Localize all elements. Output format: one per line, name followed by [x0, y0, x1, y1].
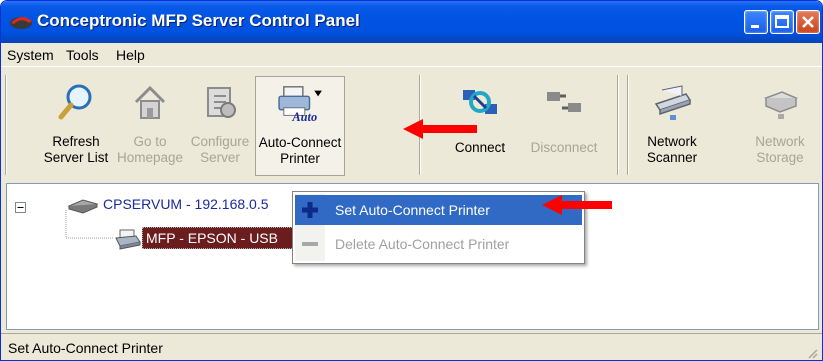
- auto-printer-icon: Auto: [278, 86, 322, 123]
- plus-icon: [302, 202, 318, 218]
- annotation-arrow-icon: [403, 119, 477, 139]
- menu-system[interactable]: System: [7, 47, 54, 63]
- server-node-label[interactable]: CPSERVUM - 192.168.0.5: [103, 196, 269, 212]
- toolbar-separator: [617, 75, 619, 175]
- scanner-icon: [654, 85, 692, 120]
- menu-tools[interactable]: Tools: [66, 47, 99, 63]
- storage-icon: [763, 91, 799, 119]
- printer-node[interactable]: MFP - EPSON - USB: [142, 227, 294, 249]
- menu-item-set-auto-connect-printer[interactable]: Set Auto-Connect Printer: [295, 195, 582, 225]
- title-bar[interactable]: Conceptronic MFP Server Control Panel: [1, 1, 822, 43]
- menu-item-label: Delete Auto-Connect Printer: [335, 236, 510, 252]
- resize-grip-icon[interactable]: [806, 347, 818, 359]
- printer-icon: [115, 229, 141, 250]
- minus-icon: [302, 242, 318, 246]
- magnifier-icon: [58, 84, 92, 120]
- window-title: Conceptronic MFP Server Control Panel: [37, 11, 360, 30]
- svg-text:Auto: Auto: [291, 110, 317, 123]
- disconnect-icon: [547, 92, 581, 112]
- maximize-button[interactable]: [770, 10, 794, 34]
- minimize-icon: [751, 25, 759, 28]
- disconnect-button[interactable]: Disconnect: [521, 76, 607, 176]
- go-to-homepage-button[interactable]: Go to Homepage: [115, 76, 185, 176]
- app-logo-icon: [10, 16, 32, 29]
- status-bar: Set Auto-Connect Printer: [1, 333, 822, 360]
- home-icon: [134, 85, 166, 119]
- toolbar-grip: [5, 75, 7, 175]
- auto-connect-printer-button[interactable]: Auto Auto-Connect Printer: [255, 76, 345, 176]
- minimize-button[interactable]: [744, 10, 768, 34]
- menu-item-label: Set Auto-Connect Printer: [335, 202, 490, 218]
- network-scanner-button[interactable]: Network Scanner: [637, 76, 707, 176]
- network-storage-button[interactable]: Network Storage: [745, 76, 815, 176]
- toolbar-separator: [627, 75, 629, 175]
- menu-help[interactable]: Help: [116, 47, 145, 63]
- annotation-arrow-icon: [542, 195, 612, 215]
- configure-server-button[interactable]: Configure Server: [185, 76, 255, 176]
- connect-icon: [463, 90, 497, 114]
- disconnect-label: Disconnect: [530, 140, 598, 155]
- collapse-icon[interactable]: [15, 202, 26, 213]
- close-icon: [802, 16, 814, 28]
- app-window: Conceptronic MFP Server Control Panel Sy…: [0, 0, 823, 361]
- server-icon: [67, 199, 99, 214]
- maximize-icon: [775, 15, 789, 28]
- dropdown-arrow-icon: [314, 90, 322, 97]
- menu-item-delete-auto-connect-printer[interactable]: Delete Auto-Connect Printer: [295, 229, 582, 259]
- close-button[interactable]: [796, 10, 820, 34]
- refresh-server-list-button[interactable]: Refresh Server List: [37, 76, 115, 176]
- configure-icon: [207, 87, 236, 118]
- printer-node-label: MFP - EPSON - USB: [146, 230, 278, 246]
- status-text: Set Auto-Connect Printer: [8, 340, 163, 356]
- connect-label: Connect: [454, 140, 506, 155]
- menu-bar: System Tools Help: [1, 43, 822, 67]
